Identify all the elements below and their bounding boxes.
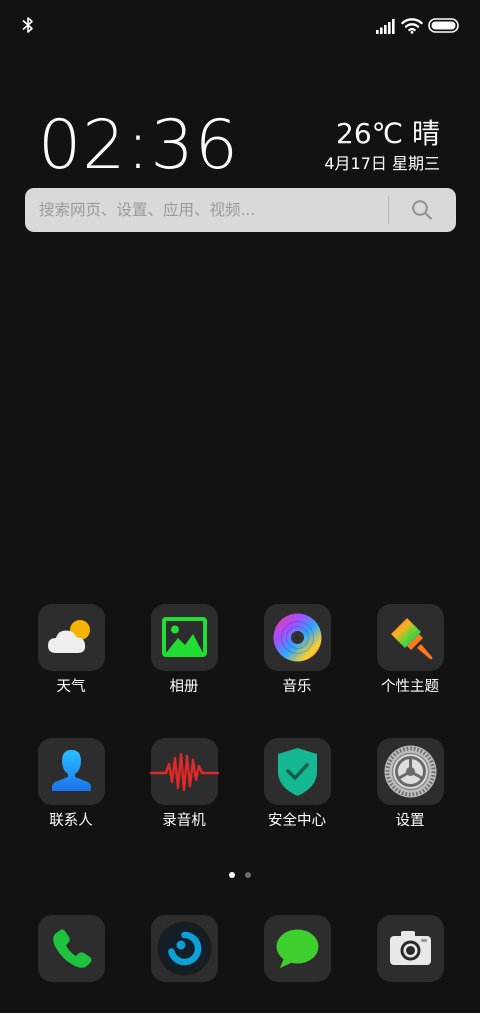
app-tile[interactable]: [263, 738, 331, 805]
app-tile[interactable]: [150, 604, 218, 671]
dock-messages[interactable]: [247, 915, 347, 982]
app-settings[interactable]: 设置: [360, 738, 460, 831]
app-tile[interactable]: [150, 915, 218, 982]
app-themes[interactable]: 个性主题: [360, 604, 460, 697]
app-label: 安全中心: [268, 813, 326, 829]
app-tile[interactable]: [263, 915, 331, 982]
wifi-icon: [401, 18, 423, 34]
security-shield-icon: [277, 748, 317, 796]
app-tile[interactable]: [376, 915, 444, 982]
app-tile[interactable]: [263, 604, 331, 671]
page-dot: [245, 872, 251, 878]
app-contacts[interactable]: 联系人: [21, 738, 121, 831]
battery-icon: [428, 18, 459, 33]
app-tile[interactable]: [37, 738, 105, 805]
dock-phone[interactable]: [21, 915, 121, 982]
app-label: 设置: [395, 813, 425, 829]
app-label: 个性主题: [381, 679, 439, 695]
app-tile[interactable]: [37, 604, 105, 671]
page-indicator: [0, 872, 480, 880]
app-tile[interactable]: [376, 604, 444, 671]
search-icon[interactable]: [411, 199, 433, 221]
app-label: 录音机: [162, 813, 206, 829]
weather-date: 4月17日 星期三: [324, 154, 440, 173]
dock-browser[interactable]: [134, 915, 234, 982]
app-gallery[interactable]: 相册: [134, 604, 234, 697]
contacts-icon: [51, 750, 91, 791]
clock-time[interactable]: 02:36: [38, 104, 239, 188]
app-label: 相册: [169, 679, 199, 695]
theme-brush-icon: [390, 618, 432, 660]
phone-icon: [52, 929, 91, 968]
weather-temperature[interactable]: 26℃ 晴: [336, 114, 440, 154]
app-label: 联系人: [49, 813, 93, 829]
camera-icon: [389, 931, 431, 965]
recorder-waveform-icon: [149, 752, 219, 792]
music-icon: [273, 613, 321, 662]
app-recorder[interactable]: 录音机: [134, 738, 234, 831]
app-tile[interactable]: [149, 738, 219, 805]
browser-icon: [157, 921, 211, 976]
app-music[interactable]: 音乐: [247, 604, 347, 697]
app-weather[interactable]: 天气: [21, 604, 121, 697]
app-tile[interactable]: [376, 738, 444, 805]
messages-icon: [276, 929, 318, 968]
gallery-icon: [161, 617, 207, 657]
app-label: 音乐: [282, 679, 312, 695]
bluetooth-icon: [22, 17, 33, 33]
search-placeholder: 搜索网页、设置、应用、视频...: [39, 201, 256, 219]
app-tile[interactable]: [37, 915, 105, 982]
dock-camera[interactable]: [360, 915, 460, 982]
settings-gear-icon: [384, 745, 436, 798]
search-bar[interactable]: 搜索网页、设置、应用、视频...: [25, 188, 456, 232]
weather-icon: [47, 620, 90, 653]
page-dot-active: [229, 872, 235, 878]
status-bar: [0, 0, 480, 52]
cellular-signal-icon: [376, 19, 395, 34]
app-security[interactable]: 安全中心: [247, 738, 347, 831]
search-divider: [388, 196, 389, 224]
app-label: 天气: [56, 679, 86, 695]
